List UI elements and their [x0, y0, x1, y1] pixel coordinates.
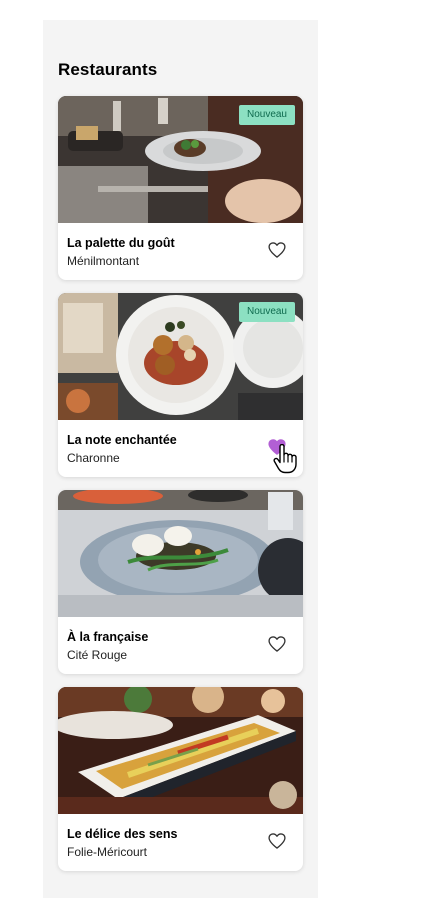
restaurant-area: Cité Rouge: [67, 648, 128, 662]
app-screen: Restaurants Nouveau La palette du goût M…: [43, 20, 318, 898]
restaurant-photo: [58, 687, 303, 814]
restaurant-photo: Nouveau: [58, 293, 303, 420]
restaurant-photo: Nouveau: [58, 96, 303, 223]
restaurant-name: La palette du goût: [67, 236, 175, 250]
restaurant-name: À la française: [67, 630, 149, 644]
restaurant-area: Charonne: [67, 451, 120, 465]
restaurant-photo: [58, 490, 303, 617]
restaurant-card-4[interactable]: Le délice des sens Folie-Méricourt: [58, 687, 303, 871]
heart-icon[interactable]: [267, 634, 287, 654]
new-badge: Nouveau: [238, 105, 295, 125]
new-badge: Nouveau: [238, 302, 295, 322]
restaurant-name: Le délice des sens: [67, 827, 178, 841]
heart-icon[interactable]: [267, 240, 287, 260]
restaurant-card-3[interactable]: À la française Cité Rouge: [58, 490, 303, 674]
restaurant-card-2[interactable]: Nouveau La note enchantée Charonne: [58, 293, 303, 477]
restaurant-area: Ménilmontant: [67, 254, 140, 268]
restaurant-area: Folie-Méricourt: [67, 845, 148, 859]
heart-icon[interactable]: [267, 437, 287, 457]
restaurant-name: La note enchantée: [67, 433, 177, 447]
heart-icon[interactable]: [267, 831, 287, 851]
restaurant-card-1[interactable]: Nouveau La palette du goût Ménilmontant: [58, 96, 303, 280]
page-title: Restaurants: [58, 60, 158, 79]
